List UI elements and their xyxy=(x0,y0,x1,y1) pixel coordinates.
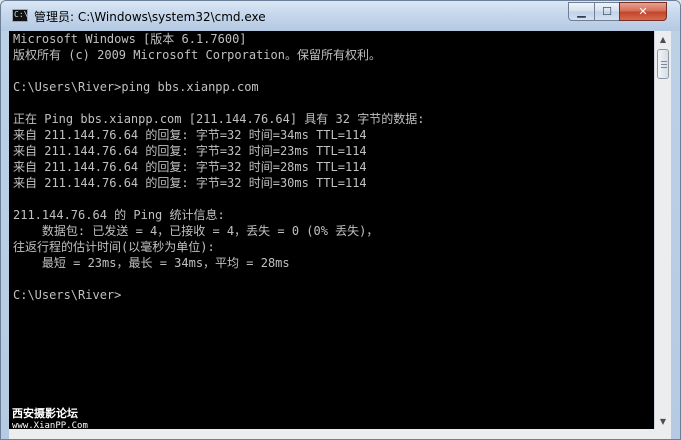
console-text: Microsoft Windows [版本 6.1.7600] 版权所有 (c)… xyxy=(13,32,425,302)
chevron-up-icon: ▲ xyxy=(659,34,667,44)
vertical-scrollbar[interactable]: ▲ ▼ xyxy=(654,31,671,429)
minimize-button[interactable]: ▁ xyxy=(568,2,595,21)
watermark: 西安摄影论坛 www.XianPP.Com xyxy=(12,408,88,432)
watermark-line-1: 西安摄影论坛 xyxy=(12,407,78,420)
scroll-thumb[interactable] xyxy=(657,49,669,79)
watermark-line-2: www.XianPP.Com xyxy=(12,421,88,431)
close-icon: ✕ xyxy=(638,5,648,18)
title-bar[interactable]: C:\ 管理员: C:\Windows\system32\cmd.exe ▁ ☐… xyxy=(1,1,680,31)
scroll-up-button[interactable]: ▲ xyxy=(655,31,671,47)
thumb-grip-line xyxy=(661,67,667,68)
scroll-down-button[interactable]: ▼ xyxy=(655,413,671,429)
close-button[interactable]: ✕ xyxy=(619,2,667,21)
thumb-grip-line xyxy=(661,61,667,62)
maximize-icon: ☐ xyxy=(602,5,612,18)
cmd-window-icon[interactable]: C:\ xyxy=(12,9,28,22)
chevron-down-icon: ▼ xyxy=(659,416,667,426)
maximize-button[interactable]: ☐ xyxy=(594,2,620,21)
minimize-icon: ▁ xyxy=(577,5,586,18)
console-output-area[interactable]: Microsoft Windows [版本 6.1.7600] 版权所有 (c)… xyxy=(9,31,654,429)
cmd-icon-glyph: C:\ xyxy=(14,10,29,19)
window-title: 管理员: C:\Windows\system32\cmd.exe xyxy=(34,10,266,24)
horizontal-scrollbar[interactable] xyxy=(9,429,671,439)
thumb-grip-line xyxy=(661,64,667,65)
cmd-window: C:\ 管理员: C:\Windows\system32\cmd.exe ▁ ☐… xyxy=(0,0,681,440)
